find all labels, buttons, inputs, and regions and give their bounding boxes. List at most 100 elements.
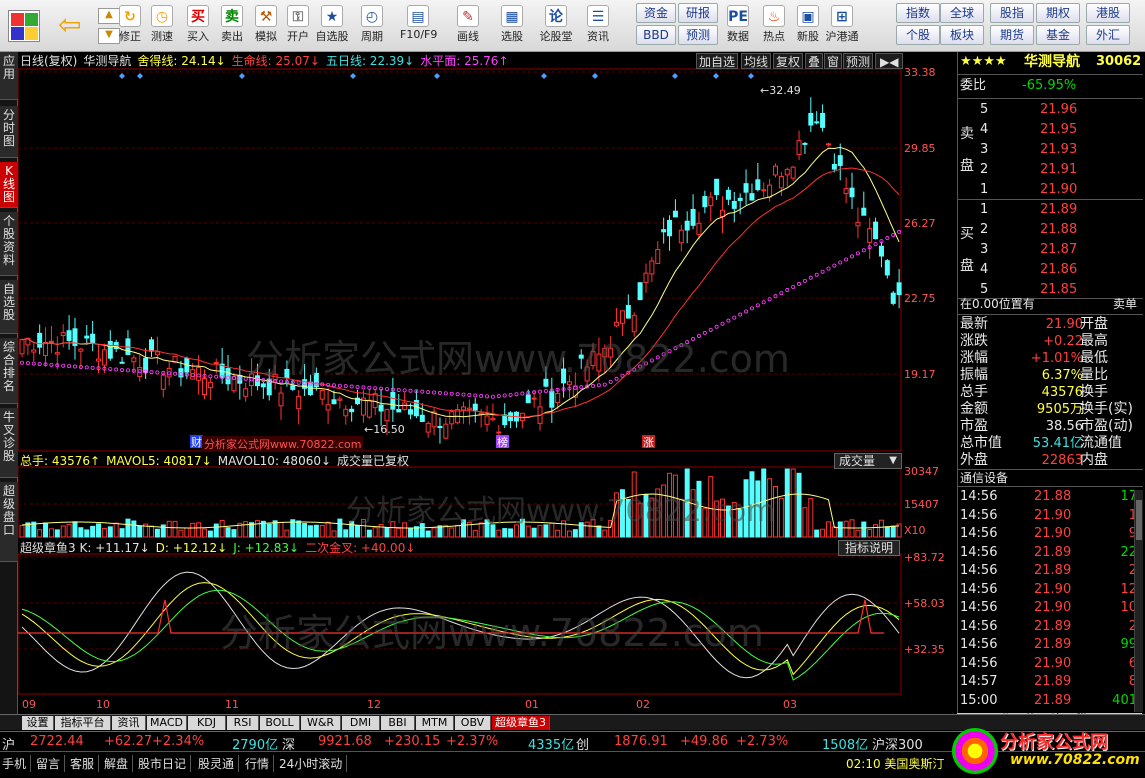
event-diamond-icon[interactable] [672,73,678,79]
leftnav-item-7[interactable]: 超级盘口 [0,482,18,562]
leftnav-item-6[interactable]: 牛叉诊股 [0,408,18,478]
status-item-5[interactable]: 股灵通 [198,755,240,772]
status-item-2[interactable]: 客服 [70,755,100,772]
toolbar-item-13[interactable]: PE 数据 [720,3,756,50]
kline-control-0[interactable]: 加自选 [696,53,739,69]
indicator-explain-button[interactable]: 指标说明 [838,540,900,556]
toolbar-button-2[interactable]: BBD [636,25,676,45]
event-diamond-icon[interactable] [137,73,143,79]
kline-control-3[interactable]: 叠 [805,53,824,69]
toolbar-item-4[interactable]: ⚒ 模拟 [248,3,284,50]
leftnav-item-2[interactable]: K线图 [0,162,18,208]
volume-select[interactable]: 成交量 ▼ [834,453,902,469]
event-diamond-icon[interactable] [713,73,719,79]
toolbar-item-12[interactable]: ☰ 资讯 [580,3,616,50]
toolbar-button-11[interactable]: 期货 [990,25,1034,45]
status-item-4[interactable]: 股市日记 [138,755,192,772]
event-diamond-icon[interactable] [541,73,547,79]
kline-control-2[interactable]: 复权 [773,53,804,69]
toolbar-button-10[interactable]: 板块 [940,25,984,45]
toolbar-item-2[interactable]: 买买入 [180,3,216,50]
kline-control-1[interactable]: 均线 [741,53,772,69]
status-item-6[interactable]: 行情 [245,755,275,772]
status-item-0[interactable]: 手机 [2,755,32,772]
buy-level-row[interactable]: 3 21.87 [958,240,1143,260]
toolbar-item-9[interactable]: ✎ 画线 [450,3,486,50]
webi-label: 委比 [960,78,987,93]
toolbar-button-1[interactable]: 研报 [678,3,718,23]
toolbar-button-0[interactable]: 资金 [636,3,676,23]
toolbar-item-8[interactable]: ▤ F10/F9 [400,3,437,50]
tab-1[interactable]: 指标平台 [55,716,111,730]
event-diamond-icon[interactable] [239,73,245,79]
leftnav-item-0[interactable]: 应用 [0,52,18,100]
toolbar-item-3[interactable]: 卖卖出 [214,3,250,50]
toolbar-item-11[interactable]: 论论股堂 [538,3,574,50]
back-button[interactable]: ⇦ [58,11,86,40]
app-logo-icon[interactable] [8,10,40,42]
index-cy-value[interactable]: 1876.91 [614,734,668,749]
toolbar-item-14[interactable]: ♨ 热点 [756,3,792,50]
toolbar-item-7[interactable]: ◴ 周期 [354,3,390,50]
kline-control-5[interactable]: 预测 [843,53,874,69]
tab-6[interactable]: BOLL [260,716,300,730]
event-diamond-icon[interactable] [350,73,356,79]
stock-code: 30062 [1096,54,1142,69]
tab-0[interactable]: 设置 [22,716,54,730]
status-item-3[interactable]: 解盘 [104,755,134,772]
status-item-1[interactable]: 留言 [36,755,66,772]
buy-level-row[interactable]: 1 21.89 [958,200,1143,220]
toolbar-item-15[interactable]: ▣ 新股 [790,3,826,50]
panel-scrollbar[interactable] [1134,490,1143,712]
tab-7[interactable]: W&R [301,716,341,730]
kline-control-4[interactable]: 窗 [824,53,843,69]
sell-level-row[interactable]: 4 21.95 [958,120,1143,140]
level-price: 21.91 [1040,162,1078,177]
tab-8[interactable]: DMI [342,716,380,730]
tab-10[interactable]: MTM [416,716,454,730]
toolbar-item-16[interactable]: ⊞ 沪港通 [824,3,860,50]
status-news-ticker[interactable]: 02:10 美国奥斯汀 [846,755,944,772]
toolbar-button-6[interactable]: 股指 [990,3,1034,23]
event-diamond-icon[interactable] [119,73,125,79]
toolbar-item-6[interactable]: ★ 自选股 [314,3,350,50]
sell-level-row[interactable]: 2 21.91 [958,160,1143,180]
level-dot [820,269,825,274]
tab-12[interactable]: 超级章鱼3 [492,716,550,730]
sell-level-row[interactable]: 1 21.90 [958,180,1143,200]
tab-5[interactable]: RSI [227,716,259,730]
tab-11[interactable]: OBV [455,716,491,730]
x-axis-label: 01 [525,698,539,711]
index-sz-value[interactable]: 9921.68 [318,734,372,749]
event-diamond-icon[interactable] [434,73,440,79]
toolbar-item-5[interactable]: ⚿ 开户 [280,3,316,50]
toolbar-button-9[interactable]: 个股 [896,25,940,45]
toolbar-item-0[interactable]: ↻ 修正 [112,3,148,50]
sell-level-row[interactable]: 5 21.96 [958,100,1143,120]
event-diamond-icon[interactable] [592,73,598,79]
index-sh-value[interactable]: 2722.44 [30,734,84,749]
toolbar-button-3[interactable]: 预测 [678,25,718,45]
tab-9[interactable]: BBI [381,716,415,730]
leftnav-item-5[interactable]: 综合排名 [0,338,18,404]
buy-level-row[interactable]: 2 21.88 [958,220,1143,240]
toolbar-button-5[interactable]: 全球 [940,3,984,23]
toolbar-item-1[interactable]: ◷ 测速 [144,3,180,50]
panel-toggle-icon[interactable]: ▶◀ [875,53,904,69]
buy-level-row[interactable]: 4 21.86 [958,260,1143,280]
tab-3[interactable]: MACD [147,716,187,730]
toolbar-button-4[interactable]: 指数 [896,3,940,23]
tab-4[interactable]: KDJ [188,716,226,730]
leftnav-item-4[interactable]: 自选股 [0,280,18,334]
leftnav-item-3[interactable]: 个股资料 [0,212,18,276]
sell-level-row[interactable]: 3 21.93 [958,140,1143,160]
leftnav-item-1[interactable]: 分时图 [0,106,18,158]
event-diamond-icon[interactable] [748,73,754,79]
toolbar-item-10[interactable]: ▦ 选股 [494,3,530,50]
toolbar-button-8[interactable]: 港股 [1086,3,1130,23]
toolbar-button-13[interactable]: 外汇 [1086,25,1130,45]
toolbar-button-7[interactable]: 期权 [1036,3,1080,23]
status-item-7[interactable]: 24小时滚动 [279,755,348,772]
tab-2[interactable]: 资讯 [112,716,146,730]
toolbar-button-12[interactable]: 基金 [1036,25,1080,45]
